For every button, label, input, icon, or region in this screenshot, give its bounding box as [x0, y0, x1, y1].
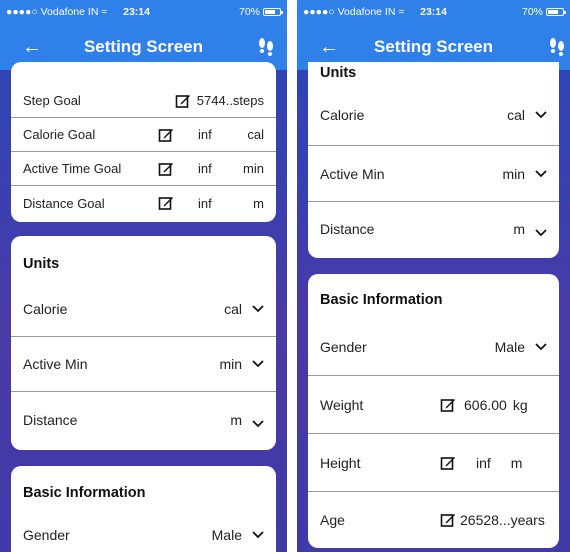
unit-row-active-min[interactable]: Active Min min — [308, 146, 559, 202]
goal-value: inf — [198, 161, 212, 176]
unit-value: m — [513, 221, 525, 237]
unit-label: Calorie — [23, 301, 68, 317]
chevron-down-icon[interactable] — [252, 419, 264, 428]
unit-label: Distance — [23, 411, 78, 428]
unit-row-calorie[interactable]: Calorie cal — [308, 84, 559, 146]
page-title: Setting Screen — [83, 37, 204, 56]
unit-label: Distance — [320, 221, 375, 237]
carrier-label: ●●●●○ Vodafone IN ≈ — [6, 6, 108, 18]
chevron-down-icon[interactable] — [535, 169, 547, 178]
chevron-down-icon[interactable] — [252, 305, 264, 313]
unit-row-calorie[interactable]: Calorie cal — [11, 282, 276, 337]
goal-value: 5744..steps — [196, 93, 264, 108]
edit-icon[interactable] — [158, 127, 174, 143]
active-time-goal-row[interactable]: Active Time Goal inf min — [11, 152, 276, 186]
goal-unit: cal — [247, 127, 264, 142]
age-row[interactable]: Age 26528...years — [308, 492, 559, 548]
chevron-down-icon[interactable] — [535, 342, 547, 351]
gender-value: Male — [211, 527, 242, 543]
weight-unit: kg — [512, 396, 528, 413]
goals-card: Step Goal 5744..steps Calorie Goal inf c… — [11, 62, 276, 222]
height-label: Height — [320, 454, 361, 471]
unit-value: min — [502, 165, 525, 182]
gender-row[interactable]: Gender Male — [11, 514, 276, 552]
edit-icon[interactable] — [440, 512, 456, 528]
gender-label: Gender — [23, 527, 70, 543]
footsteps-icon[interactable] — [546, 36, 568, 58]
unit-label: Active Min — [23, 356, 88, 372]
carrier-label: ●●●●○ Vodafone IN ≈ — [303, 6, 405, 18]
chevron-down-icon[interactable] — [252, 531, 264, 539]
step-goal-row[interactable]: Step Goal 5744..steps — [11, 84, 276, 118]
gender-label: Gender — [320, 338, 367, 355]
height-value: inf — [476, 454, 491, 471]
unit-value: cal — [507, 106, 525, 123]
unit-value: cal — [224, 301, 242, 317]
section-title: Units — [320, 65, 357, 81]
battery-icon — [263, 8, 283, 16]
distance-goal-row[interactable]: Distance Goal inf m — [11, 186, 276, 220]
back-arrow-icon[interactable]: ← — [22, 37, 42, 57]
back-arrow-icon[interactable]: ← — [319, 37, 339, 57]
page-title: Setting Screen — [373, 37, 494, 56]
unit-row-distance[interactable]: Distance m — [11, 392, 276, 447]
status-bar: ●●●●○ Vodafone IN ≈ 23:14 70% — [297, 0, 570, 24]
chevron-down-icon[interactable] — [535, 229, 547, 237]
unit-row-active-min[interactable]: Active Min min — [11, 337, 276, 392]
section-title: Basic Information — [23, 485, 146, 501]
age-value: 26528...years — [460, 512, 545, 528]
clock: 23:14 — [123, 6, 150, 18]
goal-value: inf — [198, 195, 212, 211]
right-phone-screen: ●●●●○ Vodafone IN ≈ 23:14 70% ← Setting … — [297, 0, 570, 552]
unit-label: Calorie — [320, 106, 365, 123]
section-title: Basic Information — [320, 292, 443, 308]
height-row[interactable]: Height inf m — [308, 434, 559, 492]
section-title: Units — [23, 256, 60, 272]
status-bar: ●●●●○ Vodafone IN ≈ 23:14 70% — [0, 0, 287, 24]
goal-label: Distance Goal — [23, 195, 105, 211]
goal-unit: m — [253, 195, 264, 211]
edit-icon[interactable] — [440, 455, 456, 471]
clock: 23:14 — [420, 6, 447, 18]
unit-value: m — [230, 411, 242, 428]
chevron-down-icon[interactable] — [535, 110, 547, 119]
units-card: Units Calorie cal Active Min min Distanc… — [308, 62, 559, 258]
basic-info-card: Basic Information Gender Male — [11, 466, 276, 552]
battery-percent: 70% — [521, 6, 543, 18]
weight-row[interactable]: Weight 606.00 kg — [308, 376, 559, 434]
unit-row-distance[interactable]: Distance m — [308, 202, 559, 256]
goal-unit: min — [243, 161, 264, 176]
edit-icon[interactable] — [158, 195, 174, 211]
height-unit: m — [510, 454, 523, 471]
edit-icon[interactable] — [158, 161, 174, 177]
goal-label: Active Time Goal — [23, 161, 122, 176]
edit-icon[interactable] — [440, 397, 456, 413]
units-card: Units Calorie cal Active Min min Distanc… — [11, 236, 276, 450]
unit-value: min — [219, 356, 242, 372]
goal-label: Calorie Goal — [23, 127, 96, 142]
left-phone-screen: ●●●●○ Vodafone IN ≈ 23:14 70% ← Setting … — [0, 0, 287, 552]
goal-label: Step Goal — [23, 93, 81, 108]
weight-value: 606.00 — [464, 396, 507, 413]
age-label: Age — [320, 512, 345, 528]
edit-icon[interactable] — [175, 93, 191, 109]
footsteps-icon[interactable] — [255, 36, 277, 58]
battery-percent: 70% — [238, 6, 260, 18]
calorie-goal-row[interactable]: Calorie Goal inf cal — [11, 118, 276, 152]
goal-value: inf — [198, 127, 212, 142]
gender-value: Male — [494, 338, 525, 355]
battery-icon — [546, 8, 566, 16]
chevron-down-icon[interactable] — [252, 360, 264, 368]
unit-label: Active Min — [320, 165, 385, 182]
weight-label: Weight — [320, 396, 364, 413]
basic-info-card: Basic Information Gender Male Weight 606… — [308, 274, 559, 548]
gender-row[interactable]: Gender Male — [308, 318, 559, 376]
